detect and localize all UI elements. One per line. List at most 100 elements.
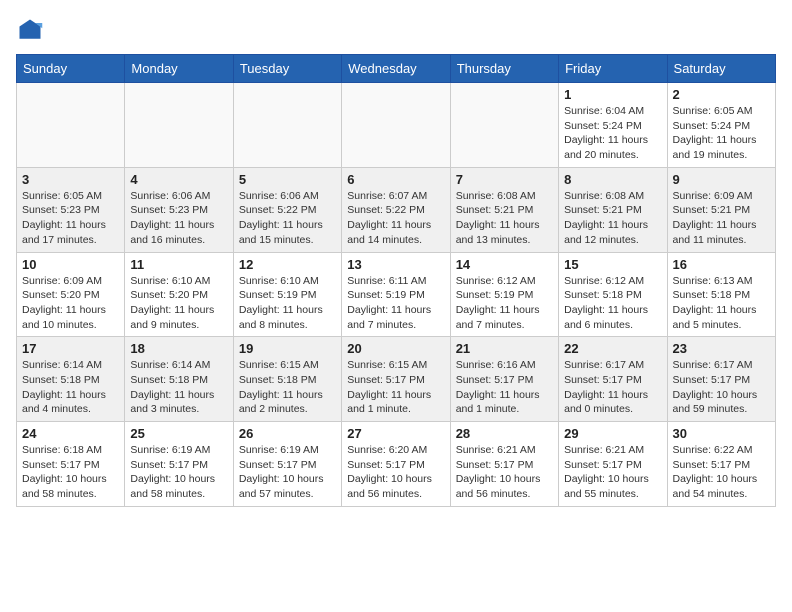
day-info: Sunrise: 6:07 AMSunset: 5:22 PMDaylight:…	[347, 189, 444, 248]
calendar-header-row: SundayMondayTuesdayWednesdayThursdayFrid…	[17, 55, 776, 83]
logo	[16, 16, 48, 44]
day-header-friday: Friday	[559, 55, 667, 83]
calendar-cell: 8 Sunrise: 6:08 AMSunset: 5:21 PMDaylight…	[559, 167, 667, 252]
day-info: Sunrise: 6:22 AMSunset: 5:17 PMDaylight:…	[673, 443, 770, 502]
calendar-cell: 10 Sunrise: 6:09 AMSunset: 5:20 PMDayligh…	[17, 252, 125, 337]
calendar-cell: 1 Sunrise: 6:04 AMSunset: 5:24 PMDaylight…	[559, 83, 667, 168]
day-number: 13	[347, 257, 444, 272]
day-info: Sunrise: 6:10 AMSunset: 5:19 PMDaylight:…	[239, 274, 336, 333]
calendar-week-2: 3 Sunrise: 6:05 AMSunset: 5:23 PMDaylight…	[17, 167, 776, 252]
day-number: 20	[347, 341, 444, 356]
day-header-saturday: Saturday	[667, 55, 775, 83]
day-number: 28	[456, 426, 553, 441]
calendar-cell: 13Sunrise: 6:11 AMSunset: 5:19 PMDayligh…	[342, 252, 450, 337]
day-info: Sunrise: 6:19 AMSunset: 5:17 PMDaylight:…	[239, 443, 336, 502]
calendar-cell: 11 Sunrise: 6:10 AMSunset: 5:20 PMDayligh…	[125, 252, 233, 337]
calendar-cell: 18Sunrise: 6:14 AMSunset: 5:18 PMDayligh…	[125, 337, 233, 422]
day-info: Sunrise: 6:15 AMSunset: 5:18 PMDaylight:…	[239, 358, 336, 417]
day-info: Sunrise: 6:08 AMSunset: 5:21 PMDaylight:…	[564, 189, 661, 248]
calendar-cell: 9 Sunrise: 6:09 AMSunset: 5:21 PMDaylight…	[667, 167, 775, 252]
day-info: Sunrise: 6:17 AMSunset: 5:17 PMDaylight:…	[673, 358, 770, 417]
day-info: Sunrise: 6:21 AMSunset: 5:17 PMDaylight:…	[456, 443, 553, 502]
day-number: 16	[673, 257, 770, 272]
calendar-cell: 27 Sunrise: 6:20 AMSunset: 5:17 PMDayligh…	[342, 422, 450, 507]
day-info: Sunrise: 6:17 AMSunset: 5:17 PMDaylight:…	[564, 358, 661, 417]
day-header-tuesday: Tuesday	[233, 55, 341, 83]
day-number: 23	[673, 341, 770, 356]
calendar-cell: 20 Sunrise: 6:15 AMSunset: 5:17 PMDayligh…	[342, 337, 450, 422]
calendar-week-3: 10 Sunrise: 6:09 AMSunset: 5:20 PMDayligh…	[17, 252, 776, 337]
day-header-monday: Monday	[125, 55, 233, 83]
day-info: Sunrise: 6:14 AMSunset: 5:18 PMDaylight:…	[22, 358, 119, 417]
day-info: Sunrise: 6:06 AMSunset: 5:23 PMDaylight:…	[130, 189, 227, 248]
day-number: 8	[564, 172, 661, 187]
day-number: 9	[673, 172, 770, 187]
calendar-cell: 6 Sunrise: 6:07 AMSunset: 5:22 PMDaylight…	[342, 167, 450, 252]
day-number: 15	[564, 257, 661, 272]
day-number: 5	[239, 172, 336, 187]
calendar-cell	[125, 83, 233, 168]
calendar-cell	[17, 83, 125, 168]
day-info: Sunrise: 6:12 AMSunset: 5:18 PMDaylight:…	[564, 274, 661, 333]
day-header-sunday: Sunday	[17, 55, 125, 83]
day-number: 25	[130, 426, 227, 441]
day-info: Sunrise: 6:20 AMSunset: 5:17 PMDaylight:…	[347, 443, 444, 502]
calendar-cell: 24 Sunrise: 6:18 AMSunset: 5:17 PMDayligh…	[17, 422, 125, 507]
calendar-cell: 25 Sunrise: 6:19 AMSunset: 5:17 PMDayligh…	[125, 422, 233, 507]
calendar-cell: 12Sunrise: 6:10 AMSunset: 5:19 PMDayligh…	[233, 252, 341, 337]
day-info: Sunrise: 6:06 AMSunset: 5:22 PMDaylight:…	[239, 189, 336, 248]
day-info: Sunrise: 6:21 AMSunset: 5:17 PMDaylight:…	[564, 443, 661, 502]
day-info: Sunrise: 6:13 AMSunset: 5:18 PMDaylight:…	[673, 274, 770, 333]
calendar-cell: 4 Sunrise: 6:06 AMSunset: 5:23 PMDaylight…	[125, 167, 233, 252]
day-number: 26	[239, 426, 336, 441]
day-info: Sunrise: 6:05 AMSunset: 5:24 PMDaylight:…	[673, 104, 770, 163]
calendar-week-5: 24 Sunrise: 6:18 AMSunset: 5:17 PMDayligh…	[17, 422, 776, 507]
day-number: 2	[673, 87, 770, 102]
calendar-cell: 15 Sunrise: 6:12 AMSunset: 5:18 PMDayligh…	[559, 252, 667, 337]
day-info: Sunrise: 6:08 AMSunset: 5:21 PMDaylight:…	[456, 189, 553, 248]
day-number: 7	[456, 172, 553, 187]
day-number: 3	[22, 172, 119, 187]
calendar-cell: 21Sunrise: 6:16 AMSunset: 5:17 PMDayligh…	[450, 337, 558, 422]
day-header-thursday: Thursday	[450, 55, 558, 83]
calendar-cell: 2 Sunrise: 6:05 AMSunset: 5:24 PMDaylight…	[667, 83, 775, 168]
logo-icon	[16, 16, 44, 44]
day-number: 4	[130, 172, 227, 187]
day-number: 18	[130, 341, 227, 356]
day-info: Sunrise: 6:09 AMSunset: 5:20 PMDaylight:…	[22, 274, 119, 333]
day-info: Sunrise: 6:04 AMSunset: 5:24 PMDaylight:…	[564, 104, 661, 163]
calendar-cell: 30 Sunrise: 6:22 AMSunset: 5:17 PMDayligh…	[667, 422, 775, 507]
calendar: SundayMondayTuesdayWednesdayThursdayFrid…	[16, 54, 776, 507]
calendar-cell: 26 Sunrise: 6:19 AMSunset: 5:17 PMDayligh…	[233, 422, 341, 507]
day-info: Sunrise: 6:18 AMSunset: 5:17 PMDaylight:…	[22, 443, 119, 502]
calendar-cell: 22 Sunrise: 6:17 AMSunset: 5:17 PMDayligh…	[559, 337, 667, 422]
calendar-cell: 17 Sunrise: 6:14 AMSunset: 5:18 PMDayligh…	[17, 337, 125, 422]
calendar-cell	[342, 83, 450, 168]
day-number: 1	[564, 87, 661, 102]
day-number: 11	[130, 257, 227, 272]
calendar-cell: 16 Sunrise: 6:13 AMSunset: 5:18 PMDayligh…	[667, 252, 775, 337]
day-info: Sunrise: 6:05 AMSunset: 5:23 PMDaylight:…	[22, 189, 119, 248]
calendar-cell: 7 Sunrise: 6:08 AMSunset: 5:21 PMDaylight…	[450, 167, 558, 252]
day-number: 27	[347, 426, 444, 441]
calendar-cell: 28 Sunrise: 6:21 AMSunset: 5:17 PMDayligh…	[450, 422, 558, 507]
calendar-cell	[450, 83, 558, 168]
day-number: 17	[22, 341, 119, 356]
day-number: 14	[456, 257, 553, 272]
day-info: Sunrise: 6:09 AMSunset: 5:21 PMDaylight:…	[673, 189, 770, 248]
calendar-cell: 14 Sunrise: 6:12 AMSunset: 5:19 PMDayligh…	[450, 252, 558, 337]
calendar-week-1: 1 Sunrise: 6:04 AMSunset: 5:24 PMDaylight…	[17, 83, 776, 168]
day-info: Sunrise: 6:15 AMSunset: 5:17 PMDaylight:…	[347, 358, 444, 417]
day-number: 30	[673, 426, 770, 441]
day-number: 10	[22, 257, 119, 272]
day-info: Sunrise: 6:10 AMSunset: 5:20 PMDaylight:…	[130, 274, 227, 333]
calendar-cell: 23 Sunrise: 6:17 AMSunset: 5:17 PMDayligh…	[667, 337, 775, 422]
day-info: Sunrise: 6:19 AMSunset: 5:17 PMDaylight:…	[130, 443, 227, 502]
day-number: 24	[22, 426, 119, 441]
day-number: 22	[564, 341, 661, 356]
header	[16, 16, 776, 44]
day-info: Sunrise: 6:12 AMSunset: 5:19 PMDaylight:…	[456, 274, 553, 333]
day-number: 19	[239, 341, 336, 356]
day-number: 6	[347, 172, 444, 187]
calendar-cell: 3 Sunrise: 6:05 AMSunset: 5:23 PMDaylight…	[17, 167, 125, 252]
